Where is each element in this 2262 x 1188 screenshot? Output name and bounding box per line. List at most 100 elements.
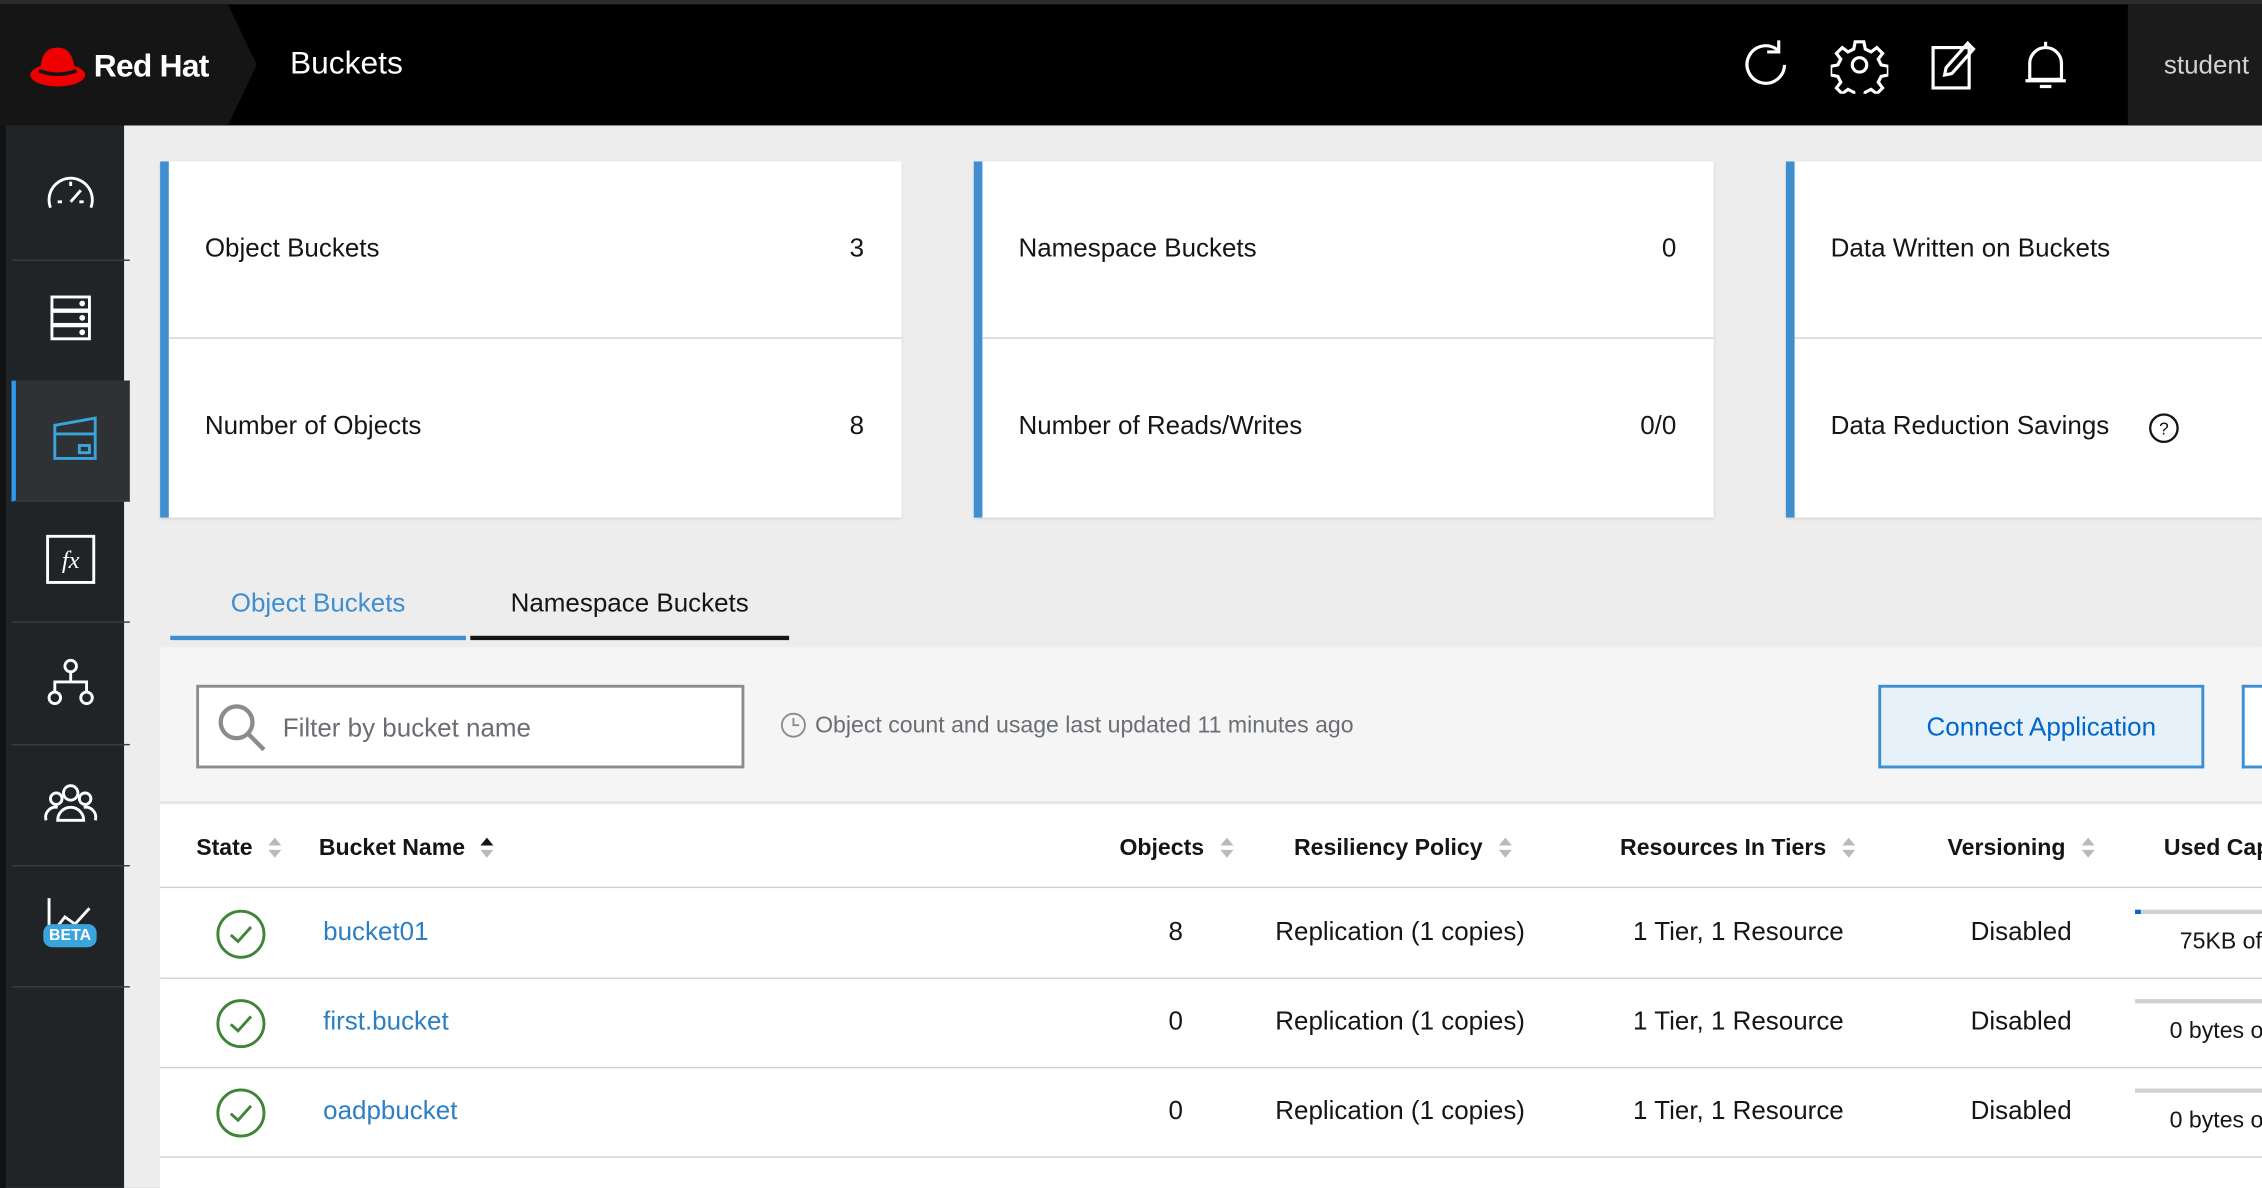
user-menu[interactable]: student (2127, 4, 2262, 126)
column-header-bucket-name[interactable]: Bucket Name (319, 836, 496, 862)
edit-icon[interactable] (1923, 36, 1981, 94)
help-icon[interactable]: ? (2148, 412, 2180, 444)
column-label: Versioning (1947, 836, 2066, 861)
table-row: oadpbucket 0 Replication (1 copies) 1 Ti… (160, 1068, 2262, 1158)
used-capacity: 0 bytes o (2169, 1019, 2262, 1044)
stat-label: Number of Objects (204, 410, 422, 440)
tab-object-buckets[interactable]: Object Buckets (170, 577, 466, 641)
search-input[interactable] (282, 707, 716, 749)
stat-label: Namespace Buckets (1018, 233, 1257, 263)
sort-icon (1498, 837, 1512, 858)
card-row: Number of Objects 8 (169, 339, 902, 516)
column-header-state[interactable]: State (196, 836, 283, 862)
summary-card-object-buckets: Object Buckets 3 Number of Objects 8 (160, 161, 902, 518)
column-label: Objects (1119, 836, 1205, 861)
column-label: Resources In Tiers (1620, 836, 1827, 861)
svg-text:fx: fx (62, 547, 80, 574)
capacity-bar (2135, 999, 2262, 1004)
sidebar-item-accounts[interactable] (11, 745, 130, 867)
table-toolbar: Object count and usage last updated 11 m… (160, 647, 2262, 804)
search-field[interactable] (196, 684, 745, 769)
versioning-status: Disabled (1970, 916, 2072, 946)
sidebar: fx BETA (0, 125, 130, 1188)
speedometer-icon (47, 176, 94, 209)
sort-icon (1219, 837, 1233, 858)
refresh-icon[interactable] (1737, 36, 1795, 94)
stat-value: 0/0 (1640, 410, 1677, 440)
column-label: Bucket Name (318, 836, 466, 861)
versioning-status: Disabled (1970, 1006, 2072, 1036)
card-row: Number of Reads/Writes 0/0 (982, 339, 1713, 516)
sort-icon (268, 837, 282, 858)
resources-in-tiers: 1 Tier, 1 Resource (1633, 1095, 1844, 1125)
objects-count: 0 (1168, 1095, 1183, 1125)
table-row: bucket01 8 Replication (1 copies) 1 Tier… (160, 890, 2262, 979)
bucket-name-link[interactable]: first.bucket (323, 1006, 449, 1036)
column-header-objects[interactable]: Objects (1119, 836, 1234, 862)
bucket-name-link[interactable]: bucket01 (323, 917, 428, 947)
check-circle-icon (216, 909, 266, 959)
used-capacity: 0 bytes o (2169, 1108, 2262, 1134)
top-bar: Red Hat Buckets student (0, 0, 2262, 126)
sidebar-item-resources[interactable] (11, 261, 130, 383)
bucket-icon (53, 416, 97, 460)
tab-namespace-buckets[interactable]: Namespace Buckets (470, 577, 790, 641)
table-header: State Bucket Name Objects Resiliency Pol… (160, 804, 2262, 889)
capacity-bar (2135, 1088, 2262, 1093)
sort-ascending-icon (480, 837, 494, 858)
check-circle-icon (216, 999, 266, 1049)
create-bucket-button[interactable] (2241, 684, 2262, 769)
stat-label: Data Reduction Savings (1830, 410, 2110, 440)
column-label: State (196, 836, 253, 861)
svg-text:?: ? (2159, 419, 2169, 439)
summary-card-data-written: Data Written on Buckets Data Reduction S… (1785, 161, 2262, 518)
used-capacity: 75KB of (2179, 929, 2262, 955)
brand-logo[interactable]: Red Hat (0, 4, 257, 126)
column-header-used-capacity[interactable]: Used Cap (2164, 836, 2262, 862)
resiliency-policy: Replication (1 copies) (1275, 1095, 1525, 1125)
bell-icon[interactable] (2017, 36, 2075, 94)
card-row: Namespace Buckets 0 (982, 161, 1714, 339)
stat-label: Object Buckets (204, 233, 380, 263)
beta-badge: BETA (43, 924, 97, 948)
sidebar-item-buckets[interactable] (11, 380, 130, 502)
user-name: student (2163, 50, 2250, 80)
server-icon (50, 295, 91, 341)
column-header-resiliency-policy[interactable]: Resiliency Policy (1294, 836, 1513, 862)
last-updated-text: Object count and usage last updated 11 m… (815, 713, 1354, 739)
column-header-versioning[interactable]: Versioning (1948, 836, 2096, 862)
red-hat-logo-icon (30, 47, 86, 87)
column-label: Resiliency Policy (1294, 836, 1483, 861)
last-updated-note: Object count and usage last updated 11 m… (780, 712, 1354, 739)
column-header-resources-in-tiers[interactable]: Resources In Tiers (1620, 836, 1856, 862)
clock-icon (780, 712, 806, 738)
sidebar-item-analytics[interactable]: BETA (11, 866, 130, 988)
capacity-bar (2135, 909, 2262, 915)
app-window: Red Hat Buckets student fx BETA Object B… (0, 0, 2262, 1188)
bucket-name-link[interactable]: oadpbucket (323, 1096, 457, 1126)
sidebar-item-dashboard[interactable] (11, 140, 130, 261)
card-row: Object Buckets 3 (168, 161, 902, 339)
resiliency-policy: Replication (1 copies) (1275, 916, 1525, 946)
column-label: Used Cap (2163, 836, 2262, 861)
buckets-table: State Bucket Name Objects Resiliency Pol… (160, 804, 2262, 1188)
objects-count: 0 (1168, 1006, 1183, 1036)
resources-in-tiers: 1 Tier, 1 Resource (1633, 916, 1844, 946)
search-icon (218, 704, 266, 752)
page-title: Buckets (289, 44, 403, 81)
sidebar-item-topology[interactable] (11, 624, 130, 746)
versioning-status: Disabled (1970, 1095, 2072, 1125)
check-circle-icon (216, 1088, 266, 1138)
stat-value: 0 (1661, 233, 1677, 263)
capacity-bar-fill (2135, 909, 2141, 915)
stat-value: 8 (849, 410, 865, 440)
objects-count: 8 (1168, 916, 1183, 946)
resources-in-tiers: 1 Tier, 1 Resource (1633, 1006, 1844, 1036)
sort-icon (1842, 837, 1856, 858)
users-icon (44, 784, 98, 822)
gear-icon[interactable] (1829, 36, 1890, 102)
stat-label: Data Written on Buckets (1830, 233, 2111, 263)
card-row: Data Reduction Savings ? (1795, 339, 2262, 516)
connect-application-button[interactable]: Connect Application (1878, 684, 2205, 769)
sidebar-item-functions[interactable]: fx (11, 502, 130, 623)
